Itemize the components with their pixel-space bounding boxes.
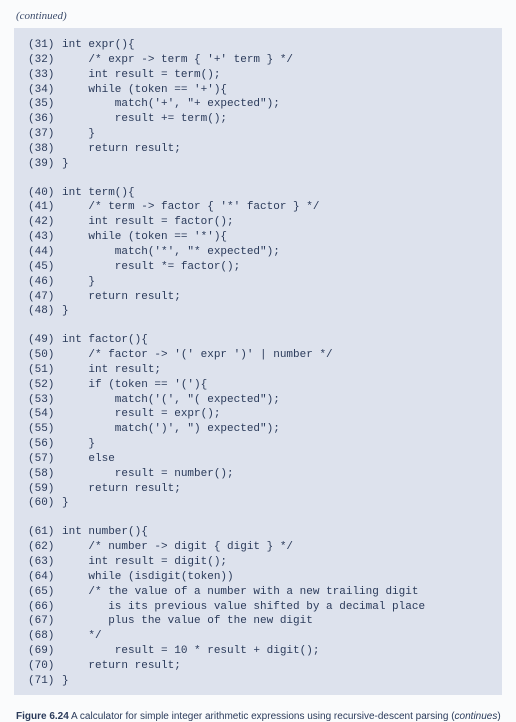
code-line: (64) while (isdigit(token)) bbox=[28, 570, 492, 585]
line-number: (61) bbox=[28, 525, 62, 540]
line-number: (59) bbox=[28, 482, 62, 497]
line-number: (51) bbox=[28, 363, 62, 378]
continued-label: (continued) bbox=[16, 10, 502, 22]
caption-text-after: ) bbox=[497, 711, 500, 722]
code-gap bbox=[28, 172, 492, 186]
line-number: (70) bbox=[28, 659, 62, 674]
line-number: (43) bbox=[28, 230, 62, 245]
caption-italic: continues bbox=[455, 711, 498, 722]
code-line: (48)} bbox=[28, 304, 492, 319]
code-line: (51) int result; bbox=[28, 363, 492, 378]
line-number: (33) bbox=[28, 68, 62, 83]
code-gap bbox=[28, 511, 492, 525]
code-line: (40)int term(){ bbox=[28, 186, 492, 201]
code-line: (36) result += term(); bbox=[28, 112, 492, 127]
code-line: (54) result = expr(); bbox=[28, 407, 492, 422]
code-line: (31)int expr(){ bbox=[28, 38, 492, 53]
code-line: (43) while (token == '*'){ bbox=[28, 230, 492, 245]
line-number: (44) bbox=[28, 245, 62, 260]
code-line: (49)int factor(){ bbox=[28, 333, 492, 348]
code-line: (58) result = number(); bbox=[28, 467, 492, 482]
code-line: (52) if (token == '('){ bbox=[28, 378, 492, 393]
code-line: (66) is its previous value shifted by a … bbox=[28, 600, 492, 615]
code-line: (62) /* number -> digit { digit } */ bbox=[28, 540, 492, 555]
code-line: (47) return result; bbox=[28, 290, 492, 305]
line-number: (50) bbox=[28, 348, 62, 363]
code-line: (59) return result; bbox=[28, 482, 492, 497]
line-number: (41) bbox=[28, 200, 62, 215]
line-number: (32) bbox=[28, 53, 62, 68]
line-number: (58) bbox=[28, 467, 62, 482]
code-line: (39)} bbox=[28, 157, 492, 172]
line-number: (45) bbox=[28, 260, 62, 275]
line-number: (47) bbox=[28, 290, 62, 305]
code-line: (35) match('+', "+ expected"); bbox=[28, 97, 492, 112]
line-number: (39) bbox=[28, 157, 62, 172]
code-line: (69) result = 10 * result + digit(); bbox=[28, 644, 492, 659]
code-line: (71)} bbox=[28, 674, 492, 689]
line-number: (64) bbox=[28, 570, 62, 585]
line-number: (57) bbox=[28, 452, 62, 467]
code-line: (42) int result = factor(); bbox=[28, 215, 492, 230]
line-number: (40) bbox=[28, 186, 62, 201]
line-number: (48) bbox=[28, 304, 62, 319]
line-number: (36) bbox=[28, 112, 62, 127]
figure-caption: Figure 6.24 A calculator for simple inte… bbox=[16, 711, 502, 722]
line-number: (63) bbox=[28, 555, 62, 570]
line-number: (53) bbox=[28, 393, 62, 408]
code-line: (37) } bbox=[28, 127, 492, 142]
code-line: (56) } bbox=[28, 437, 492, 452]
code-line: (60)} bbox=[28, 496, 492, 511]
code-line: (63) int result = digit(); bbox=[28, 555, 492, 570]
line-number: (35) bbox=[28, 97, 62, 112]
code-line: (61)int number(){ bbox=[28, 525, 492, 540]
figure-label: Figure 6.24 bbox=[16, 711, 69, 722]
code-line: (67) plus the value of the new digit bbox=[28, 614, 492, 629]
line-number: (38) bbox=[28, 142, 62, 157]
code-line: (46) } bbox=[28, 275, 492, 290]
line-number: (66) bbox=[28, 600, 62, 615]
code-gap bbox=[28, 319, 492, 333]
line-number: (69) bbox=[28, 644, 62, 659]
line-number: (52) bbox=[28, 378, 62, 393]
line-number: (55) bbox=[28, 422, 62, 437]
code-line: (44) match('*', "* expected"); bbox=[28, 245, 492, 260]
code-line: (55) match(')', ") expected"); bbox=[28, 422, 492, 437]
line-number: (71) bbox=[28, 674, 62, 689]
line-number: (65) bbox=[28, 585, 62, 600]
code-line: (50) /* factor -> '(' expr ')' | number … bbox=[28, 348, 492, 363]
code-line: (41) /* term -> factor { '*' factor } */ bbox=[28, 200, 492, 215]
code-line: (70) return result; bbox=[28, 659, 492, 674]
line-number: (46) bbox=[28, 275, 62, 290]
line-number: (60) bbox=[28, 496, 62, 511]
line-number: (49) bbox=[28, 333, 62, 348]
code-line: (33) int result = term(); bbox=[28, 68, 492, 83]
caption-text: A calculator for simple integer arithmet… bbox=[69, 711, 455, 722]
line-number: (37) bbox=[28, 127, 62, 142]
code-line: (45) result *= factor(); bbox=[28, 260, 492, 275]
line-number: (62) bbox=[28, 540, 62, 555]
code-line: (57) else bbox=[28, 452, 492, 467]
code-line: (38) return result; bbox=[28, 142, 492, 157]
code-line: (53) match('(', "( expected"); bbox=[28, 393, 492, 408]
code-line: (32) /* expr -> term { '+' term } */ bbox=[28, 53, 492, 68]
line-number: (42) bbox=[28, 215, 62, 230]
line-number: (56) bbox=[28, 437, 62, 452]
code-listing: (31)int expr(){(32) /* expr -> term { '+… bbox=[14, 28, 502, 695]
code-line: (34) while (token == '+'){ bbox=[28, 83, 492, 98]
line-number: (34) bbox=[28, 83, 62, 98]
line-number: (54) bbox=[28, 407, 62, 422]
line-number: (31) bbox=[28, 38, 62, 53]
code-line: (65) /* the value of a number with a new… bbox=[28, 585, 492, 600]
line-number: (67) bbox=[28, 614, 62, 629]
line-number: (68) bbox=[28, 629, 62, 644]
code-line: (68) */ bbox=[28, 629, 492, 644]
